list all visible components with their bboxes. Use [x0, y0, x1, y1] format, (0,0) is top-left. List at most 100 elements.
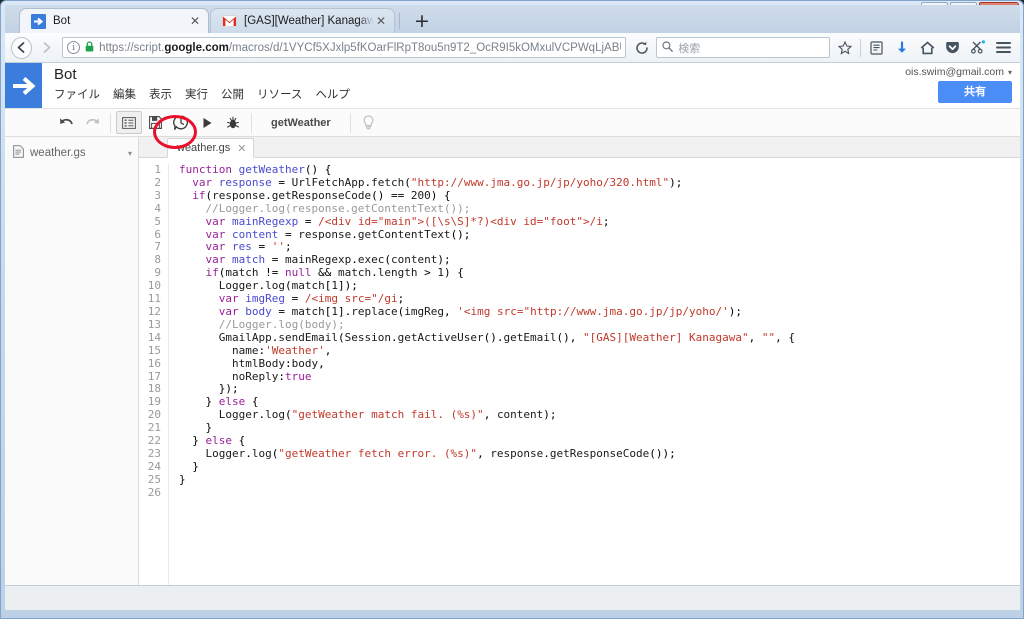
app-toolbar: getWeather	[5, 108, 1020, 137]
forward-button[interactable]	[37, 37, 58, 59]
search-placeholder: 検索	[678, 42, 701, 55]
browser-bottom-strip	[5, 586, 1020, 610]
line-number: 14	[147, 330, 161, 344]
url-scheme: https://script.	[99, 41, 165, 54]
menu-resources[interactable]: リソース	[257, 87, 302, 103]
undo-button[interactable]	[53, 111, 79, 134]
line-number: 22	[147, 434, 161, 448]
url-domain: google.com	[164, 41, 229, 54]
url-bar[interactable]: i https://script.google.com/macros/d/1VY…	[62, 37, 626, 58]
menu-view[interactable]: 表示	[149, 87, 172, 103]
tab-divider	[399, 13, 400, 29]
menu-edit[interactable]: 編集	[113, 87, 136, 103]
gmail-icon	[221, 13, 237, 29]
editor-tab-label: weather.gs	[177, 142, 231, 154]
app-title-block: Bot ファイル 編集 表示 実行 公開 リソース ヘルプ	[42, 63, 1020, 108]
line-number: 1	[154, 163, 161, 176]
app-header: Bot ファイル 編集 表示 実行 公開 リソース ヘルプ ois.swim@g…	[5, 63, 1020, 108]
menu-hamburger-icon[interactable]	[993, 37, 1014, 59]
menu-publish[interactable]: 公開	[221, 87, 244, 103]
line-number: 3	[154, 188, 161, 202]
toolbar-divider	[110, 112, 111, 133]
extension-icon[interactable]	[968, 37, 989, 59]
gas-script-icon	[30, 13, 46, 29]
code-line: var content = response.getContentText();	[205, 227, 471, 241]
app-workspace: weather.gs ▾ weather.gs ✕ 1 2 3 4 5 6 7 8 9 10 11 1…	[5, 137, 1020, 585]
code-content[interactable]: function getWeather() { var response = U…	[169, 164, 1020, 585]
code-line: }	[179, 459, 199, 473]
browser-tabstrip: Bot ✕ [GAS][Weather] Kanagawa ✕ +	[5, 5, 1020, 33]
line-number: 26	[147, 485, 161, 499]
function-selector[interactable]: getWeather	[257, 117, 345, 129]
line-number: 15	[147, 343, 161, 357]
search-input[interactable]: 検索	[656, 37, 830, 58]
downloads-icon[interactable]	[891, 37, 912, 59]
code-line: Logger.log("getWeather match fail. (%s)"…	[218, 408, 557, 422]
apps-script-editor: Bot ファイル 編集 表示 実行 公開 リソース ヘルプ ois.swim@g…	[5, 63, 1020, 586]
pocket-icon[interactable]	[942, 37, 963, 59]
tab-title: Bot	[53, 15, 71, 27]
url-path: /macros/d/1VYCf5XJxlp5fKOarFlRpT8ou5n9T2…	[228, 41, 621, 54]
close-icon[interactable]: ✕	[237, 142, 246, 155]
timer-trigger-button[interactable]	[168, 111, 194, 134]
os-window-frame: ✕ Bot ✕	[0, 0, 1024, 619]
code-line: }	[179, 421, 213, 435]
menu-file[interactable]: ファイル	[54, 87, 100, 103]
back-arrow-icon	[17, 42, 25, 53]
line-number-gutter: 1 2 3 4 5 6 7 8 9 10 11 12 13 14 15 16 17 18 19 20 21 22 23 24 2…	[139, 163, 169, 585]
apps-script-arrow-icon[interactable]	[5, 63, 42, 108]
code-line: });	[179, 382, 239, 396]
code-line: Logger.log("getWeather fetch error. (%s)…	[205, 446, 676, 460]
bookmark-star-icon[interactable]	[835, 37, 856, 59]
line-number: 13	[147, 317, 161, 331]
menu-run[interactable]: 実行	[185, 87, 208, 103]
line-number: 16	[147, 356, 161, 370]
browser-tab-gas-weather[interactable]: [GAS][Weather] Kanagawa ✕	[210, 8, 395, 33]
run-button[interactable]	[194, 111, 220, 134]
sidebar-item-label: weather.gs	[30, 147, 86, 159]
share-button[interactable]: 共有	[938, 81, 1012, 103]
close-icon[interactable]: ✕	[188, 15, 202, 27]
line-number: 24	[147, 459, 161, 473]
chevron-down-icon: ▾	[1007, 67, 1012, 77]
line-number: 2	[154, 175, 161, 189]
reload-button[interactable]	[633, 38, 652, 58]
lightbulb-icon[interactable]	[356, 111, 382, 134]
line-number: 25	[147, 472, 161, 486]
menu-help[interactable]: ヘルプ	[315, 87, 350, 103]
forward-arrow-icon	[44, 42, 51, 53]
save-button[interactable]	[142, 111, 168, 134]
code-editor[interactable]: 1 2 3 4 5 6 7 8 9 10 11 12 13 14 15 16 17 18 19 20 21 22 23 24 2…	[139, 158, 1020, 585]
code-line: noReply:true	[231, 369, 312, 383]
toolbar-divider	[251, 112, 252, 133]
page-identity-icon[interactable]: i	[67, 41, 81, 54]
file-script-icon	[13, 145, 24, 161]
code-line: }	[179, 472, 186, 486]
browser-navbar: i https://script.google.com/macros/d/1VY…	[5, 33, 1020, 63]
sidebar-item-weather-gs[interactable]: weather.gs ▾	[5, 142, 138, 164]
editor-tab-weather-gs[interactable]: weather.gs ✕	[167, 138, 255, 158]
browser-tab-bot[interactable]: Bot ✕	[19, 8, 209, 33]
page-title[interactable]: Bot	[54, 66, 1020, 84]
toolbar-divider	[349, 112, 351, 133]
indent-format-button[interactable]	[116, 111, 142, 134]
file-sidebar: weather.gs ▾	[5, 137, 139, 585]
home-icon[interactable]	[917, 37, 938, 59]
reader-view-icon[interactable]	[866, 37, 887, 59]
close-icon[interactable]: ✕	[374, 15, 388, 27]
editor-pane: weather.gs ✕ 1 2 3 4 5 6 7 8 9 10 11 12 13 14 15 16 17 18…	[139, 137, 1020, 585]
debug-button[interactable]	[220, 111, 246, 134]
redo-button[interactable]	[79, 111, 105, 134]
account-email-label: ois.swim@gmail.com	[905, 66, 1004, 78]
editor-tabbar: weather.gs ✕	[139, 137, 1020, 158]
app-menubar: ファイル 編集 表示 実行 公開 リソース ヘルプ	[54, 87, 1020, 103]
tab-title: [GAS][Weather] Kanagawa	[244, 15, 374, 27]
back-button[interactable]	[11, 36, 32, 59]
chevron-down-icon[interactable]: ▾	[128, 149, 132, 158]
account-menu[interactable]: ois.swim@gmail.com ▾	[905, 66, 1012, 78]
line-number: 5	[154, 214, 161, 228]
new-tab-button[interactable]: +	[408, 9, 436, 33]
browser-window: Bot ✕ [GAS][Weather] Kanagawa ✕ + i http…	[5, 5, 1020, 610]
toolbar-divider	[860, 38, 861, 57]
